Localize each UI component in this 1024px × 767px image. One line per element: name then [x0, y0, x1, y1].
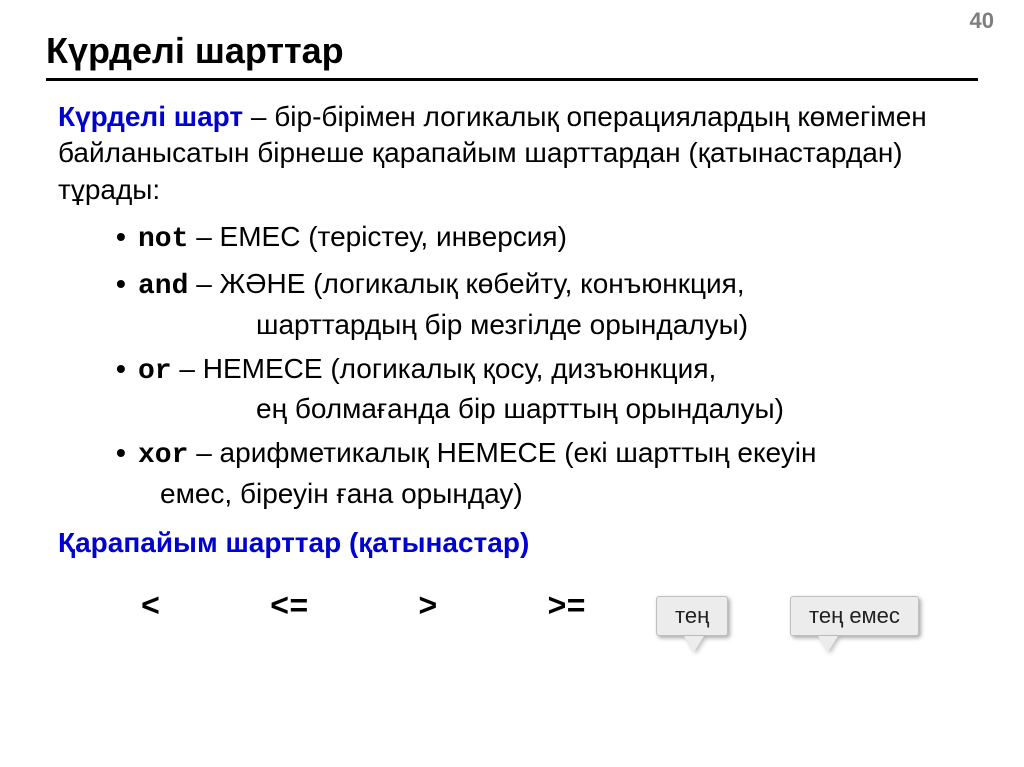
bullet-not-text: – ЕМЕС (терістеу, инверсия) — [188, 221, 566, 252]
bullet-and: and – ЖӘНЕ (логикалық көбейту, конъюнкци… — [116, 265, 978, 344]
page-number: 40 — [970, 8, 994, 34]
title-rule — [46, 78, 978, 81]
keyword-xor: xor — [138, 440, 188, 471]
bullet-list: not – ЕМЕС (терістеу, инверсия) and – ЖӘ… — [116, 218, 978, 513]
keyword-or: or — [138, 356, 172, 387]
definition-text: Күрделі шарт – бір-бірімен логикалық опе… — [58, 99, 978, 208]
op-lt: < — [141, 589, 160, 626]
callout-equal-label: тең — [656, 596, 728, 636]
op-gte: >= — [547, 589, 585, 626]
bullet-not: not – ЕМЕС (терістеу, инверсия) — [116, 218, 978, 259]
callout-equal: тең — [656, 596, 728, 652]
page-title: Күрделі шарттар — [46, 30, 978, 72]
bullet-or-text1: – НЕМЕСЕ (логикалық қосу, дизъюнкция, — [172, 353, 717, 384]
op-gt: > — [418, 589, 437, 626]
callout-not-equal-label: тең емес — [790, 596, 919, 636]
callout-equal-tail — [684, 636, 704, 652]
bullet-xor-text1: – арифметикалық НЕМЕСЕ (екі шарттың екеу… — [188, 437, 816, 468]
callout-not-equal: тең емес — [790, 596, 919, 652]
bullet-xor: xor – арифметикалық НЕМЕСЕ (екі шарттың … — [116, 434, 978, 513]
bullet-or-text2: ең болмағанда бір шарттың орындалуы) — [256, 390, 978, 428]
bullet-xor-text2: емес, біреуін ғана орындау) — [160, 475, 978, 513]
keyword-and: and — [138, 271, 188, 302]
simple-conditions-heading: Қарапайым шарттар (қатынастар) — [58, 527, 978, 559]
slide: 40 Күрделі шарттар Күрделі шарт – бір-бі… — [0, 0, 1024, 767]
bullet-or: or – НЕМЕСЕ (логикалық қосу, дизъюнкция,… — [116, 350, 978, 429]
keyword-not: not — [138, 224, 188, 255]
op-lte: <= — [270, 589, 308, 626]
bullet-and-text2: шарттардың бір мезгілде орындалуы) — [256, 306, 978, 344]
definition-term: Күрделі шарт — [58, 101, 243, 132]
callout-not-equal-tail — [818, 636, 838, 652]
bullet-and-text1: – ЖӘНЕ (логикалық көбейту, конъюнкция, — [188, 268, 744, 299]
